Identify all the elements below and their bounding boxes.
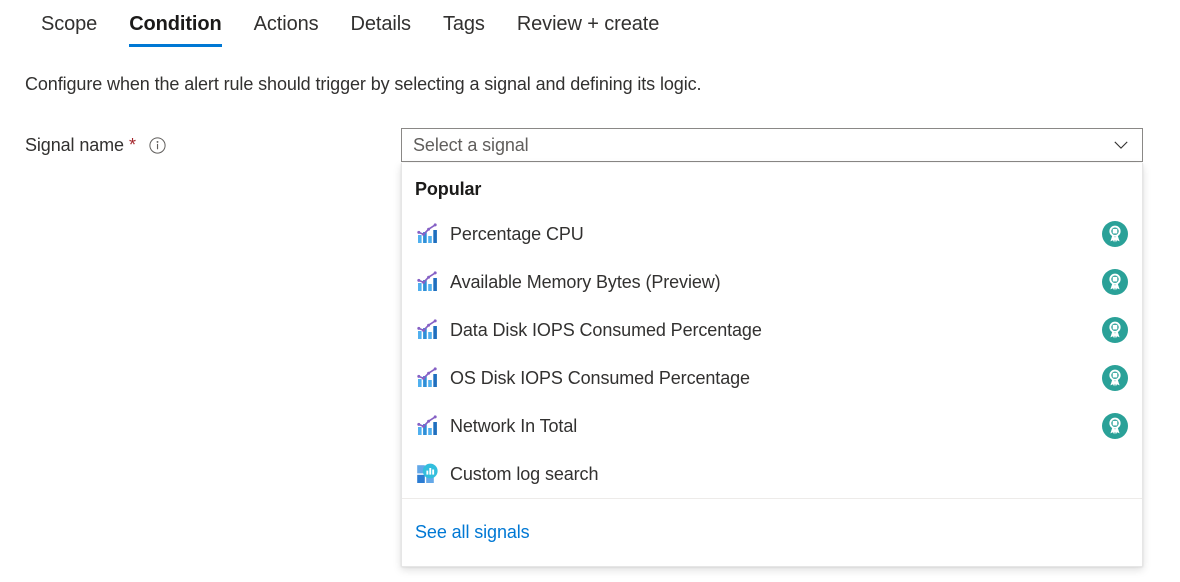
recommended-award-icon [1102,365,1128,391]
list-item-label: Percentage CPU [450,224,584,244]
tab-scope[interactable]: Scope [25,0,113,47]
tab-condition[interactable]: Condition [113,0,237,47]
signal-dropdown-panel: Popular Percentage CPU Available Memory … [401,163,1143,567]
tab-actions-label: Actions [253,13,319,35]
tab-review-create-label: Review + create [516,13,660,35]
recommended-award-icon [1102,317,1128,343]
signal-name-label-group: Signal name * [25,133,166,157]
wizard-tab-bar: Scope Condition Actions Details Tags Rev… [0,0,1180,52]
signal-name-combobox[interactable]: Select a signal [401,128,1143,162]
list-item[interactable]: Data Disk IOPS Consumed Percentage [402,306,1142,354]
tab-scope-label: Scope [41,13,98,35]
list-item[interactable]: Available Memory Bytes (Preview) [402,258,1142,306]
list-item-label: OS Disk IOPS Consumed Percentage [450,368,750,388]
tab-review-create[interactable]: Review + create [501,0,675,47]
recommended-award-icon [1102,269,1128,295]
tab-details[interactable]: Details [335,0,427,47]
signal-option-list: Percentage CPU Available Memory Bytes (P… [402,210,1142,498]
list-item-label: Network In Total [450,416,578,436]
recommended-award-icon [1102,221,1128,247]
page-description: Configure when the alert rule should tri… [25,74,702,94]
metric-chart-icon [415,414,439,438]
dropdown-footer: See all signals [402,499,1142,566]
recommended-award-icon [1102,413,1128,439]
list-item[interactable]: Percentage CPU [402,210,1142,258]
dropdown-group-header: Popular [415,179,482,199]
info-icon[interactable] [149,136,166,154]
log-search-icon [415,462,439,486]
tab-details-label: Details [350,13,412,35]
metric-chart-icon [415,222,439,246]
tab-tags-label: Tags [442,13,485,35]
list-item[interactable]: OS Disk IOPS Consumed Percentage [402,354,1142,402]
tab-condition-label: Condition [129,13,222,35]
metric-chart-icon [415,366,439,390]
see-all-signals-link[interactable]: See all signals [415,521,530,543]
metric-chart-icon [415,318,439,342]
tab-actions[interactable]: Actions [238,0,335,47]
metric-chart-icon [415,270,439,294]
list-item-label: Data Disk IOPS Consumed Percentage [450,320,762,340]
list-item-label: Available Memory Bytes (Preview) [450,272,721,292]
list-item[interactable]: Network In Total [402,402,1142,450]
signal-name-input[interactable]: Select a signal [402,134,1100,156]
chevron-down-icon[interactable] [1100,129,1142,161]
list-item[interactable]: Custom log search [402,450,1142,498]
required-asterisk: * [128,135,136,155]
list-item-label: Custom log search [450,464,599,484]
tab-tags[interactable]: Tags [427,0,501,47]
signal-name-label: Signal name [25,135,124,155]
